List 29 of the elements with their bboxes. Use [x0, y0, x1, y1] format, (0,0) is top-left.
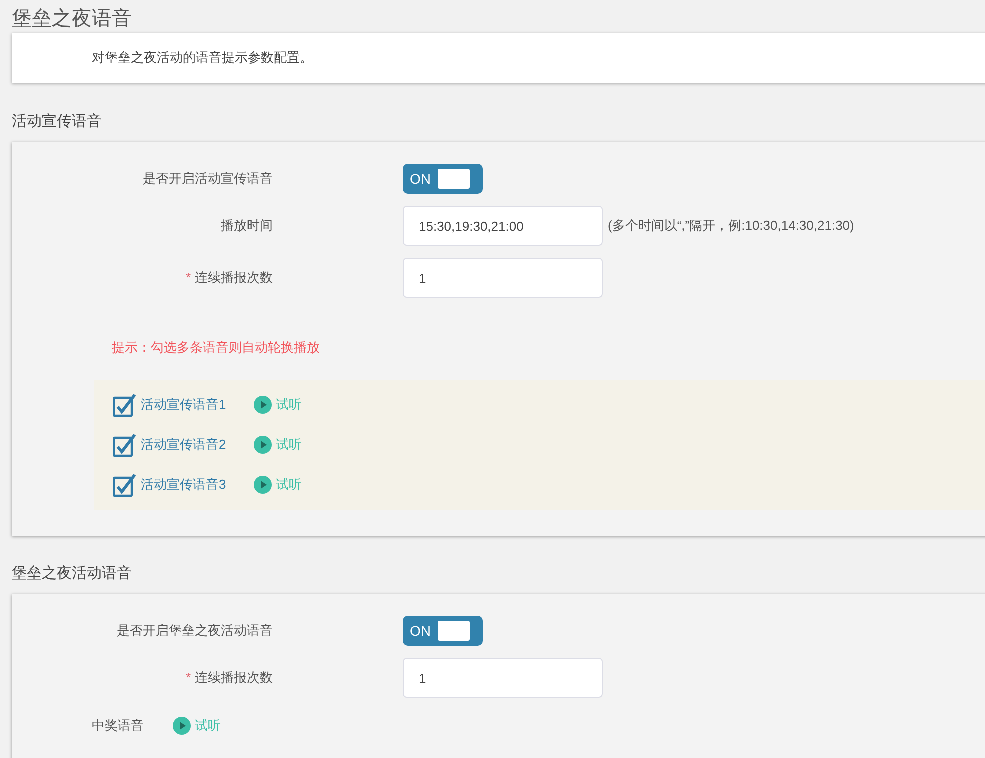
play-icon — [254, 396, 272, 414]
voice-label: 活动宣传语音2 — [141, 436, 228, 454]
input-field[interactable]: 1 — [403, 658, 603, 698]
input-field[interactable]: 15:30,19:30,21:00 — [403, 206, 603, 246]
hint-text: (多个时间以“,”隔开，例:10:30,14:30,21:30) — [608, 217, 854, 236]
required-mark: * — [186, 669, 191, 688]
toggle-switch[interactable]: ON — [403, 164, 483, 194]
checked-checkbox-icon[interactable] — [113, 393, 137, 417]
checked-checkbox-icon[interactable] — [113, 433, 137, 457]
section-heading: 活动宣传语音 — [12, 113, 102, 130]
field-label: 播放时间 — [221, 217, 273, 236]
input-field[interactable]: 1 — [403, 258, 603, 298]
checked-checkbox-icon[interactable] — [113, 473, 137, 497]
play-icon — [173, 716, 191, 735]
toggle-switch[interactable]: ON — [403, 616, 483, 646]
field-label: 是否开启堡垒之夜活动语音 — [117, 622, 273, 640]
field-label: 连续播报次数 — [195, 669, 273, 688]
voice-label: 活动宣传语音3 — [141, 476, 228, 494]
audio-label: 中奖语音 — [92, 717, 145, 735]
tip-text: 提示：勾选多条语音则自动轮换播放 — [112, 340, 320, 355]
page-title: 堡垒之夜语音 — [12, 7, 132, 31]
play-icon — [254, 436, 272, 454]
description-card: 对堡垒之夜活动的语音提示参数配置。 — [12, 33, 985, 83]
required-mark: * — [186, 269, 191, 288]
field-label: 连续播报次数 — [195, 269, 273, 288]
play-icon — [254, 476, 272, 494]
field-label: 是否开启活动宣传语音 — [143, 170, 273, 188]
section-heading: 堡垒之夜活动语音 — [12, 565, 132, 582]
voice-label: 活动宣传语音1 — [141, 396, 228, 414]
